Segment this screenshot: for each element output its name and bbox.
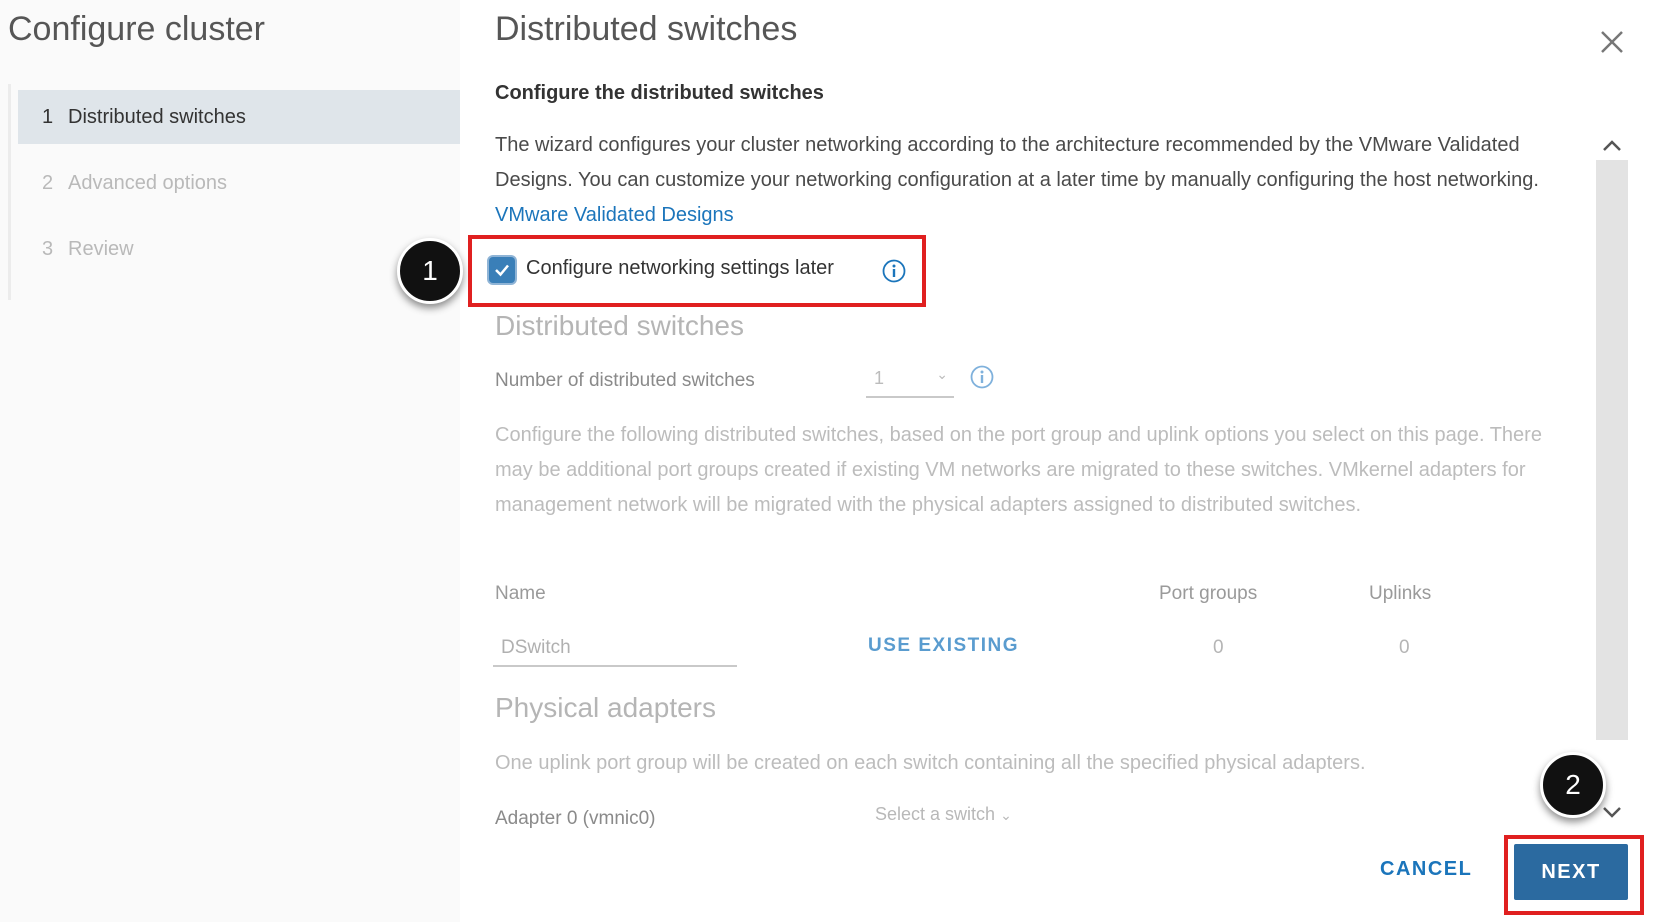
chevron-down-icon: ⌄ xyxy=(1000,807,1012,823)
uplinks-count: 0 xyxy=(1399,637,1410,658)
physical-adapters-heading: Physical adapters xyxy=(495,692,717,723)
step-number: 1 xyxy=(42,105,54,128)
switches-description: Configure the following distributed swit… xyxy=(495,424,1542,516)
callout-badge-1: 1 xyxy=(397,238,463,304)
wizard-sidebar: Configure cluster 1 Distributed switches… xyxy=(0,0,460,922)
num-switches-select[interactable]: 1 ⌄ xyxy=(866,362,954,398)
column-header-port-groups: Port groups xyxy=(1159,583,1258,604)
column-header-uplinks: Uplinks xyxy=(1369,583,1432,604)
wizard-title: Configure cluster xyxy=(8,10,266,48)
num-switches-label: Number of distributed switches xyxy=(495,370,755,391)
step-label: Advanced options xyxy=(68,171,228,194)
step-label: Distributed switches xyxy=(68,105,246,128)
step-distributed-switches[interactable]: 1 Distributed switches xyxy=(18,90,460,144)
adapters-description: One uplink port group will be created on… xyxy=(495,752,1366,774)
port-groups-count: 0 xyxy=(1213,637,1224,658)
configure-later-checkbox[interactable] xyxy=(489,257,515,283)
scroll-down-arrow-icon[interactable] xyxy=(1598,800,1626,824)
page-title: Distributed switches xyxy=(495,10,798,48)
switch-name-input[interactable] xyxy=(493,631,737,667)
close-icon[interactable] xyxy=(1596,26,1628,58)
adapter-switch-select[interactable]: Select a switch ⌄ xyxy=(875,804,1012,825)
scrollbar-thumb[interactable] xyxy=(1596,160,1628,740)
nav-rail xyxy=(8,84,11,300)
step-number: 3 xyxy=(42,237,54,260)
info-icon[interactable] xyxy=(882,259,906,283)
num-switches-value: 1 xyxy=(874,368,885,388)
distributed-switches-heading: Distributed switches xyxy=(495,310,744,341)
section-subtitle: Configure the distributed switches xyxy=(495,82,824,104)
chevron-down-icon: ⌄ xyxy=(936,366,948,382)
scroll-up-arrow-icon[interactable] xyxy=(1598,134,1626,158)
step-review[interactable]: 3 Review xyxy=(18,222,460,276)
info-icon[interactable] xyxy=(970,365,994,389)
cancel-button[interactable]: CANCEL xyxy=(1380,858,1472,881)
vmware-validated-designs-link[interactable]: VMware Validated Designs xyxy=(495,204,734,226)
step-label: Review xyxy=(68,237,134,260)
step-advanced-options[interactable]: 2 Advanced options xyxy=(18,156,460,210)
intro-paragraph: The wizard configures your cluster netwo… xyxy=(495,128,1575,233)
adapter-switch-placeholder: Select a switch xyxy=(875,804,996,824)
next-button[interactable]: NEXT xyxy=(1514,844,1628,900)
intro-text: The wizard configures your cluster netwo… xyxy=(495,134,1539,191)
step-number: 2 xyxy=(42,171,54,194)
checkmark-icon xyxy=(495,264,509,277)
callout-badge-2: 2 xyxy=(1540,752,1606,818)
configure-later-label: Configure networking settings later xyxy=(526,257,834,279)
column-header-name: Name xyxy=(495,583,546,604)
use-existing-button[interactable]: USE EXISTING xyxy=(868,635,1019,657)
adapter-label: Adapter 0 (vmnic0) xyxy=(495,808,656,829)
